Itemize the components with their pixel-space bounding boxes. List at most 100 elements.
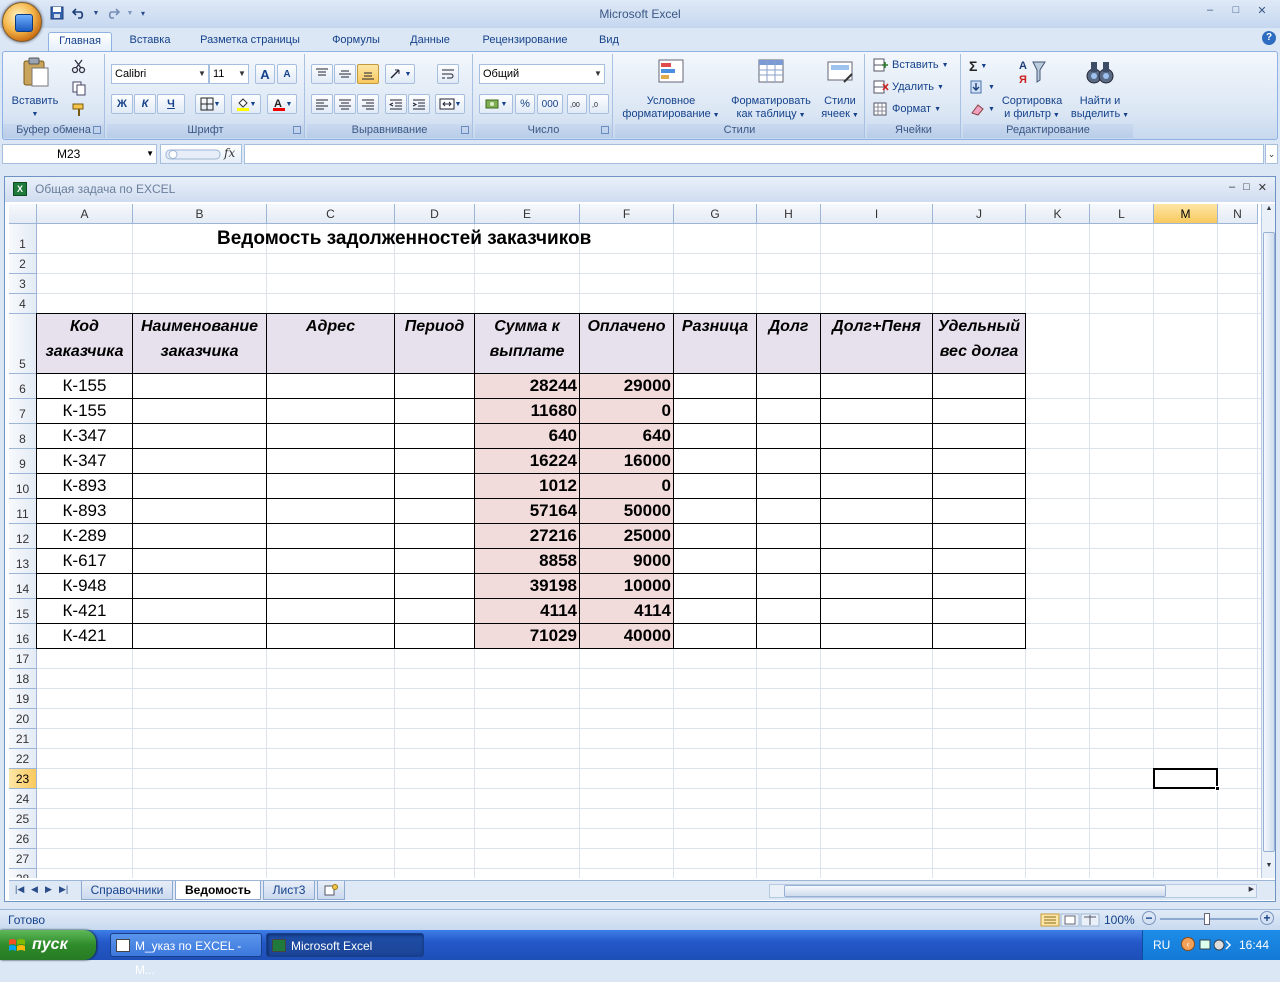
- horizontal-scrollbar[interactable]: ▶: [769, 884, 1257, 898]
- table-header-cell[interactable]: Наименование заказчика: [133, 314, 267, 374]
- table-cell[interactable]: [821, 549, 933, 574]
- align-right-button[interactable]: [357, 94, 379, 114]
- fill-color-button[interactable]: ▼: [231, 94, 261, 114]
- cell-styles-button[interactable]: Стили ячеек ▼: [819, 56, 861, 122]
- row-header-21[interactable]: 21: [9, 729, 37, 749]
- italic-button[interactable]: К: [134, 94, 156, 114]
- table-cell[interactable]: [395, 599, 475, 624]
- table-cell[interactable]: [133, 624, 267, 649]
- column-header-f[interactable]: F: [580, 204, 674, 224]
- tab-home[interactable]: Главная: [48, 32, 112, 51]
- customer-code-cell[interactable]: К-347: [37, 424, 133, 449]
- tray-expand-icon[interactable]: ‹: [1181, 937, 1195, 951]
- table-header-cell[interactable]: Удельный вес долга: [933, 314, 1026, 374]
- expand-formula-bar-icon[interactable]: ⌄: [1265, 144, 1278, 164]
- table-cell[interactable]: [133, 574, 267, 599]
- amount-due-cell[interactable]: 71029: [475, 624, 580, 649]
- table-cell[interactable]: [933, 499, 1026, 524]
- sheet-tab-vedomost[interactable]: Ведомость: [175, 881, 261, 900]
- customer-code-cell[interactable]: К-155: [37, 374, 133, 399]
- row-header-6[interactable]: 6: [9, 374, 37, 399]
- format-painter-icon[interactable]: [71, 102, 87, 118]
- insert-cells-button[interactable]: Вставить ▼: [873, 58, 949, 72]
- decrease-decimal-button[interactable]: ,0: [589, 94, 609, 114]
- align-middle-button[interactable]: [334, 64, 356, 84]
- table-cell[interactable]: [133, 549, 267, 574]
- amount-due-cell[interactable]: 4114: [475, 599, 580, 624]
- table-cell[interactable]: [267, 574, 395, 599]
- table-cell[interactable]: [674, 624, 757, 649]
- table-cell[interactable]: [395, 574, 475, 599]
- amount-paid-cell[interactable]: 9000: [580, 549, 674, 574]
- tab-insert[interactable]: Вставка: [118, 32, 182, 51]
- table-cell[interactable]: [395, 399, 475, 424]
- vertical-scroll-thumb[interactable]: [1263, 232, 1275, 852]
- number-launcher-icon[interactable]: [601, 126, 609, 134]
- column-header-m[interactable]: M: [1154, 204, 1218, 224]
- table-header-cell[interactable]: Адрес: [267, 314, 395, 374]
- sort-filter-button[interactable]: AЯ Сортировка и фильтр ▼: [997, 56, 1067, 122]
- amount-due-cell[interactable]: 39198: [475, 574, 580, 599]
- orientation-button[interactable]: ▼: [385, 64, 415, 84]
- table-cell[interactable]: [933, 474, 1026, 499]
- vertical-scrollbar[interactable]: ▲ ▼: [1261, 204, 1275, 878]
- table-cell[interactable]: [674, 474, 757, 499]
- help-icon[interactable]: ?: [1262, 31, 1276, 45]
- table-cell[interactable]: [133, 374, 267, 399]
- row-header-28[interactable]: 28: [9, 869, 37, 878]
- zoom-out-button[interactable]: −: [1142, 911, 1156, 925]
- table-cell[interactable]: [267, 474, 395, 499]
- table-cell[interactable]: [757, 549, 821, 574]
- customize-qat-icon[interactable]: ▾: [138, 5, 148, 21]
- table-cell[interactable]: [674, 599, 757, 624]
- table-cell[interactable]: [133, 424, 267, 449]
- table-header-cell[interactable]: Сумма к выплате: [475, 314, 580, 374]
- row-header-1[interactable]: 1: [9, 224, 37, 254]
- column-header-j[interactable]: J: [933, 204, 1026, 224]
- table-cell[interactable]: [933, 424, 1026, 449]
- table-cell[interactable]: [674, 499, 757, 524]
- row-header-16[interactable]: 16: [9, 624, 37, 649]
- table-cell[interactable]: [821, 449, 933, 474]
- row-header-25[interactable]: 25: [9, 809, 37, 829]
- row-header-26[interactable]: 26: [9, 829, 37, 849]
- row-header-8[interactable]: 8: [9, 424, 37, 449]
- table-cell[interactable]: [674, 449, 757, 474]
- row-header-20[interactable]: 20: [9, 709, 37, 729]
- zoom-in-button[interactable]: +: [1260, 911, 1274, 925]
- table-cell[interactable]: [757, 574, 821, 599]
- row-header-18[interactable]: 18: [9, 669, 37, 689]
- table-cell[interactable]: [674, 399, 757, 424]
- table-cell[interactable]: [395, 624, 475, 649]
- merge-center-button[interactable]: ▼: [435, 94, 465, 114]
- column-header-k[interactable]: K: [1026, 204, 1090, 224]
- insert-function-button[interactable]: fx: [224, 146, 235, 160]
- table-cell[interactable]: [821, 374, 933, 399]
- amount-paid-cell[interactable]: 0: [580, 474, 674, 499]
- amount-paid-cell[interactable]: 0: [580, 399, 674, 424]
- row-header-24[interactable]: 24: [9, 789, 37, 809]
- table-cell[interactable]: [674, 424, 757, 449]
- table-cell[interactable]: [133, 499, 267, 524]
- name-box-dropdown-icon[interactable]: ▼: [146, 145, 154, 163]
- paste-button[interactable]: Вставить ▼: [11, 56, 59, 121]
- maximize-button[interactable]: □: [1224, 4, 1248, 20]
- align-left-button[interactable]: [311, 94, 333, 114]
- row-header-7[interactable]: 7: [9, 399, 37, 424]
- first-sheet-icon[interactable]: |◀: [15, 884, 24, 895]
- table-cell[interactable]: [133, 474, 267, 499]
- row-header-15[interactable]: 15: [9, 599, 37, 624]
- table-header-cell[interactable]: Разница: [674, 314, 757, 374]
- row-header-10[interactable]: 10: [9, 474, 37, 499]
- column-header-a[interactable]: A: [37, 204, 133, 224]
- table-cell[interactable]: [821, 399, 933, 424]
- formula-input[interactable]: [244, 144, 1264, 164]
- row-header-14[interactable]: 14: [9, 574, 37, 599]
- table-cell[interactable]: [933, 449, 1026, 474]
- customer-code-cell[interactable]: К-421: [37, 624, 133, 649]
- table-cell[interactable]: [933, 599, 1026, 624]
- table-cell[interactable]: [933, 624, 1026, 649]
- row-header-22[interactable]: 22: [9, 749, 37, 769]
- amount-due-cell[interactable]: 640: [475, 424, 580, 449]
- taskbar-item-word[interactable]: М_указ по EXCEL - M...: [110, 933, 262, 977]
